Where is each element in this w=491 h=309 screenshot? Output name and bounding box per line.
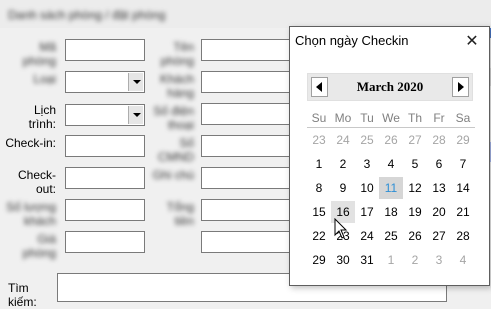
checkin-field[interactable] (65, 135, 145, 157)
calendar-day[interactable]: 6 (427, 153, 451, 175)
calendar-day[interactable]: 4 (379, 153, 403, 175)
schedule-combo[interactable] (65, 104, 145, 126)
calendar-day[interactable]: 7 (451, 153, 475, 175)
calendar-day[interactable]: 10 (355, 177, 379, 199)
guest-name-label: Khách hàng (159, 72, 194, 100)
calendar-day[interactable]: 1 (379, 249, 403, 271)
room-name-field[interactable] (201, 39, 301, 61)
calendar-day[interactable]: 31 (355, 249, 379, 271)
schedule-label: Lịch trình: (4, 103, 56, 131)
weekday-label: We (382, 111, 400, 125)
checkin-label: Check-in: (5, 136, 56, 150)
note-label: Ghi chú (152, 168, 194, 182)
weekday-label: Th (407, 111, 422, 125)
calendar-day[interactable]: 11 (379, 177, 403, 199)
calendar-day[interactable]: 26 (379, 129, 403, 151)
calendar-header: March 2020 (307, 73, 473, 101)
guests-field[interactable] (65, 199, 145, 221)
calendar-day[interactable]: 28 (451, 225, 475, 247)
extra-field[interactable] (201, 231, 301, 253)
checkout-label: Check-out: (17, 168, 56, 196)
calendar-day[interactable]: 3 (427, 249, 451, 271)
calendar-day[interactable]: 26 (403, 225, 427, 247)
calendar-day[interactable]: 30 (331, 249, 355, 271)
calendar-day[interactable]: 24 (331, 129, 355, 151)
search-label: Tìm kiếm: (8, 281, 37, 309)
calendar-day[interactable]: 9 (331, 177, 355, 199)
phone-field[interactable] (201, 103, 301, 125)
weekday-header: Su Mo Tu We Th Fr Sa (307, 111, 475, 127)
type-label: Loại (33, 72, 56, 86)
weekday-label: Fr (433, 111, 445, 125)
window-titlebar: Danh sách phòng / đặt phòng (0, 0, 491, 28)
id-field[interactable] (201, 135, 301, 157)
chevron-down-icon[interactable] (128, 106, 143, 124)
calendar-day[interactable]: 5 (403, 153, 427, 175)
guest-name-field[interactable] (201, 71, 301, 93)
calendar-day[interactable]: 14 (451, 177, 475, 199)
phone-label: Số điện thoại (153, 104, 194, 132)
calendar-day[interactable]: 12 (403, 177, 427, 199)
id-label: Số CMND (158, 136, 194, 164)
room-label: Mã phòng (22, 40, 56, 68)
calendar-day[interactable]: 19 (403, 201, 427, 223)
price-label: Giá phòng (22, 232, 56, 260)
calendar-day[interactable]: 15 (307, 201, 331, 223)
checkout-field[interactable] (65, 167, 145, 189)
calendar-day[interactable]: 20 (427, 201, 451, 223)
chevron-down-icon[interactable] (128, 73, 143, 91)
calendar-day[interactable]: 22 (307, 225, 331, 247)
month-year-label[interactable]: March 2020 (330, 79, 450, 95)
calendar-day[interactable]: 18 (379, 201, 403, 223)
calendar-day[interactable]: 23 (307, 129, 331, 151)
calendar-day[interactable]: 13 (427, 177, 451, 199)
date-picker-dialog: Chọn ngày Checkin ✕ March 2020 Su Mo Tu We T… (289, 26, 490, 286)
type-combo[interactable] (65, 71, 145, 93)
calendar-day[interactable]: 21 (451, 201, 475, 223)
calendar-day[interactable]: 27 (427, 225, 451, 247)
calendar-day[interactable]: 24 (355, 225, 379, 247)
window-title: Danh sách phòng / đặt phòng (8, 8, 166, 22)
price-field[interactable] (65, 231, 145, 253)
chevron-right-icon[interactable] (452, 77, 469, 97)
calendar-day[interactable]: 28 (427, 129, 451, 151)
calendar-day[interactable]: 25 (355, 129, 379, 151)
calendar-day[interactable]: 2 (331, 153, 355, 175)
calendar-day[interactable]: 29 (307, 249, 331, 271)
weekday-label: Sa (455, 111, 471, 125)
calendar-day[interactable]: 27 (403, 129, 427, 151)
schedule-label-text: Lịch trình: (28, 103, 56, 131)
calendar-day[interactable]: 17 (355, 201, 379, 223)
room-name-label: Tên phòng (160, 40, 194, 68)
calendar-day[interactable]: 3 (355, 153, 379, 175)
weekday-label: Mo (334, 111, 352, 125)
total-label: Tổng tiền (166, 200, 194, 228)
calendar-day[interactable]: 25 (379, 225, 403, 247)
divider (307, 127, 475, 128)
chevron-left-icon[interactable] (311, 77, 328, 97)
close-icon[interactable]: ✕ (462, 32, 482, 52)
calendar-day[interactable]: 2 (403, 249, 427, 271)
dialog-title: Chọn ngày Checkin (295, 33, 409, 48)
weekday-label: Tu (360, 111, 374, 125)
calendar-day[interactable]: 16 (331, 201, 355, 223)
calendar-day[interactable]: 4 (451, 249, 475, 271)
note-field[interactable] (201, 167, 301, 189)
guests-label: Số lượng khách (6, 200, 56, 228)
calendar-day[interactable]: 8 (307, 177, 331, 199)
total-field[interactable] (201, 199, 301, 221)
calendar-day[interactable]: 1 (307, 153, 331, 175)
calendar-day[interactable]: 23 (331, 225, 355, 247)
weekday-label: Su (311, 111, 327, 125)
room-field[interactable] (65, 39, 145, 61)
calendar-day[interactable]: 29 (451, 129, 475, 151)
